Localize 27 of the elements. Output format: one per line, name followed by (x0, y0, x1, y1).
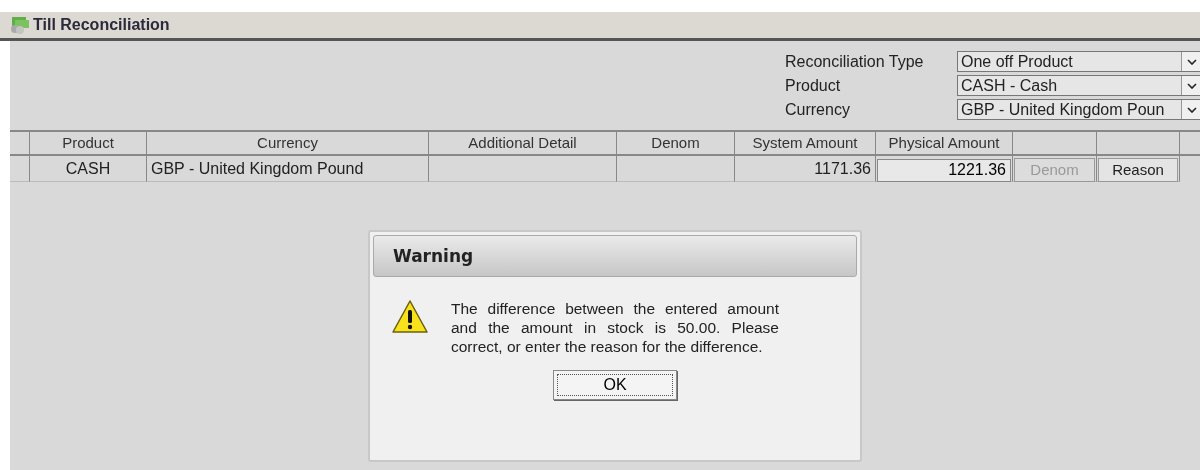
caret-icon (1186, 58, 1197, 65)
coins-icon (10, 16, 30, 34)
column-header: Product (30, 132, 147, 156)
dropdown[interactable]: CASH - Cash (957, 75, 1200, 96)
caret-icon (1186, 82, 1197, 89)
column-header: Currency (147, 132, 429, 156)
table-cell: CASH (30, 156, 147, 182)
table-cell: GBP - United Kingdom Pound (147, 156, 429, 182)
dialog-title: Warning (373, 235, 857, 277)
column-header: Physical Amount (876, 132, 1013, 156)
amount-input[interactable]: 1221.36 (877, 158, 1011, 182)
column-header: System Amount (735, 132, 876, 156)
warning-message: The difference between the entered amount and the amount in stock is 50.00. Please correct, or enter the reason for the difference. (451, 299, 779, 356)
field-label: Product (785, 76, 842, 95)
field-label: Currency (785, 100, 851, 119)
table-cell (10, 156, 30, 182)
dropdown[interactable]: One off Product (957, 51, 1200, 72)
table-cell: 1171.36 (735, 156, 876, 182)
field-label: Reconciliation Type (785, 52, 925, 71)
window-title: Till Reconciliation (33, 16, 170, 34)
ok-button[interactable]: OK (553, 370, 677, 400)
column-header: Additional Detail (429, 132, 617, 156)
caret-icon (1186, 106, 1197, 113)
dropdown[interactable]: GBP - United Kingdom Poun (957, 99, 1200, 120)
warning-icon (391, 299, 429, 335)
column-header: Denom (617, 132, 735, 156)
reason-button[interactable]: Reason (1098, 157, 1178, 182)
